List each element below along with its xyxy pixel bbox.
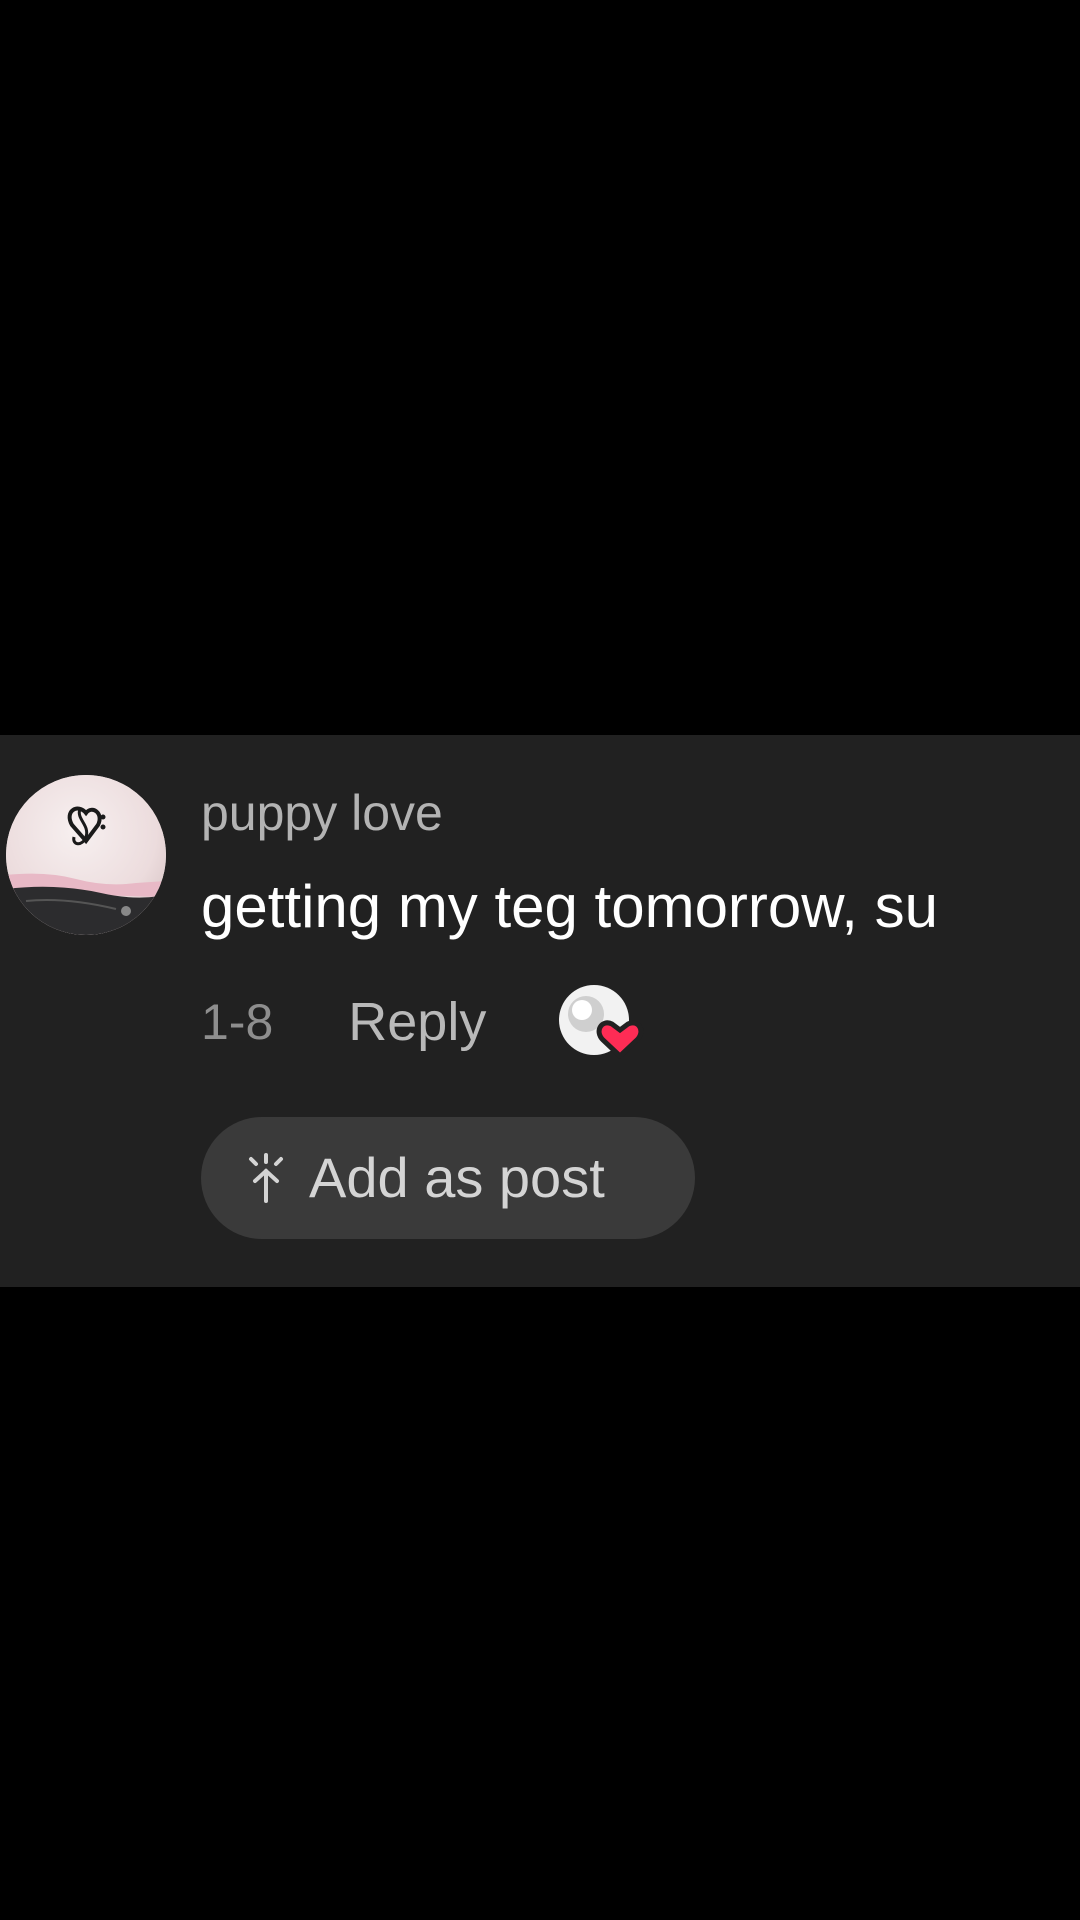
reply-button[interactable]: Reply: [348, 992, 486, 1052]
sparkle-arrow-icon: [243, 1153, 289, 1203]
avatar-image: [6, 775, 166, 935]
add-as-post-button[interactable]: Add as post: [201, 1117, 695, 1239]
creator-liked-heart-icon[interactable]: [558, 982, 644, 1062]
comment-username[interactable]: puppy love: [201, 783, 443, 843]
comment-timestamp: 1-8: [201, 994, 274, 1050]
comment-meta-row: 1-8 Reply: [201, 985, 644, 1060]
avatar[interactable]: [6, 775, 166, 935]
add-as-post-label: Add as post: [309, 1146, 605, 1209]
comment-text: getting my teg tomorrow, su: [201, 873, 938, 940]
comment-card: puppy love getting my teg tomorrow, su 1…: [0, 735, 1080, 1287]
